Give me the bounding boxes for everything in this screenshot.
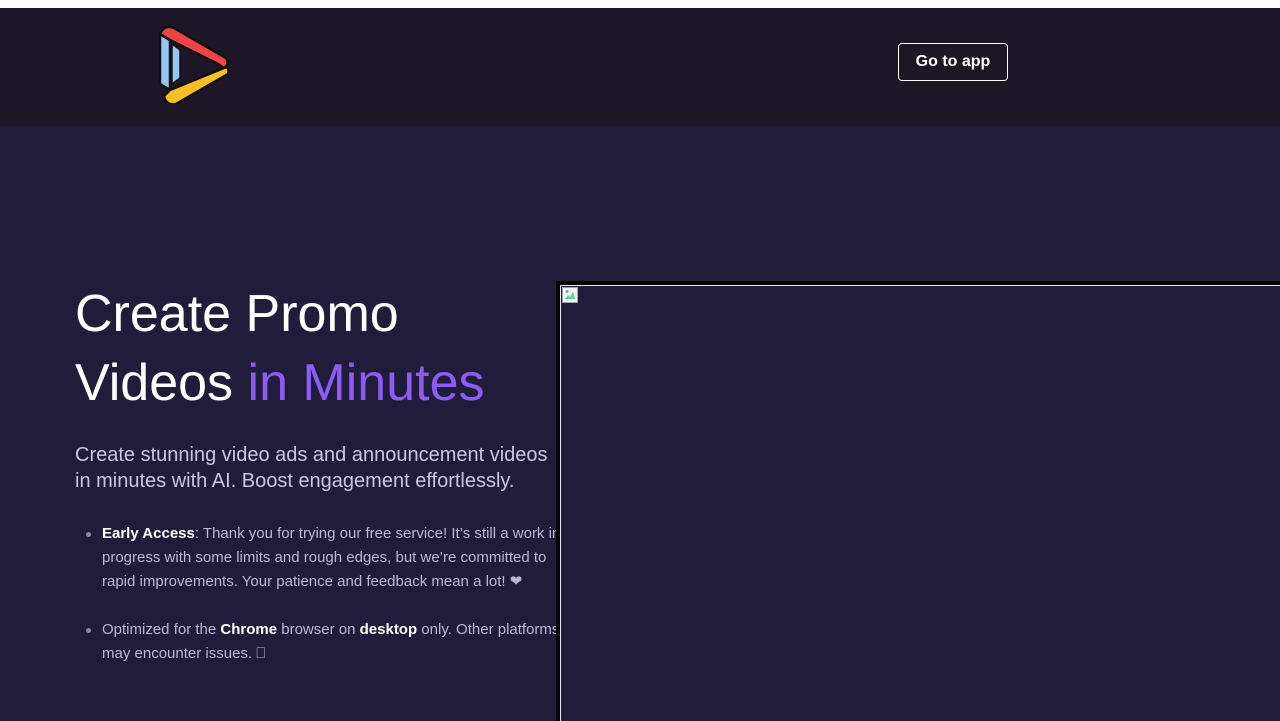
site-header: Go to app [0, 8, 1280, 126]
notes-list: Early Access: Thank you for trying our f… [74, 522, 582, 690]
optimized-browser: Chrome [220, 621, 278, 638]
video-preview[interactable] [556, 281, 1280, 721]
hero-title-line1: Create Promo [75, 285, 399, 343]
optimized-device: desktop [359, 621, 418, 638]
main-content: Create Promo Videos in Minutes Create stu… [0, 126, 1280, 721]
list-item-optimized: Optimized for the Chrome browser on desk… [86, 618, 582, 666]
early-access-label: Early Access [102, 525, 195, 542]
video-preview-inner [560, 285, 1280, 721]
list-item-early-access: Early Access: Thank you for trying our f… [86, 522, 582, 594]
go-to-app-button[interactable]: Go to app [898, 43, 1008, 81]
top-strip [0, 0, 1280, 8]
hero-title-line2-plain: Videos [75, 354, 248, 412]
hero-title: Create Promo Videos in Minutes [75, 280, 555, 418]
optimized-mid: browser on [277, 621, 360, 638]
hero-title-accent: in Minutes [247, 354, 485, 412]
play-logo-icon[interactable] [152, 20, 232, 106]
glyph-box-icon: ⎕ [256, 645, 266, 662]
hero-subtitle: Create stunning video ads and announceme… [75, 444, 548, 492]
optimized-prefix: Optimized for the [102, 621, 221, 638]
broken-image-icon [562, 287, 578, 303]
